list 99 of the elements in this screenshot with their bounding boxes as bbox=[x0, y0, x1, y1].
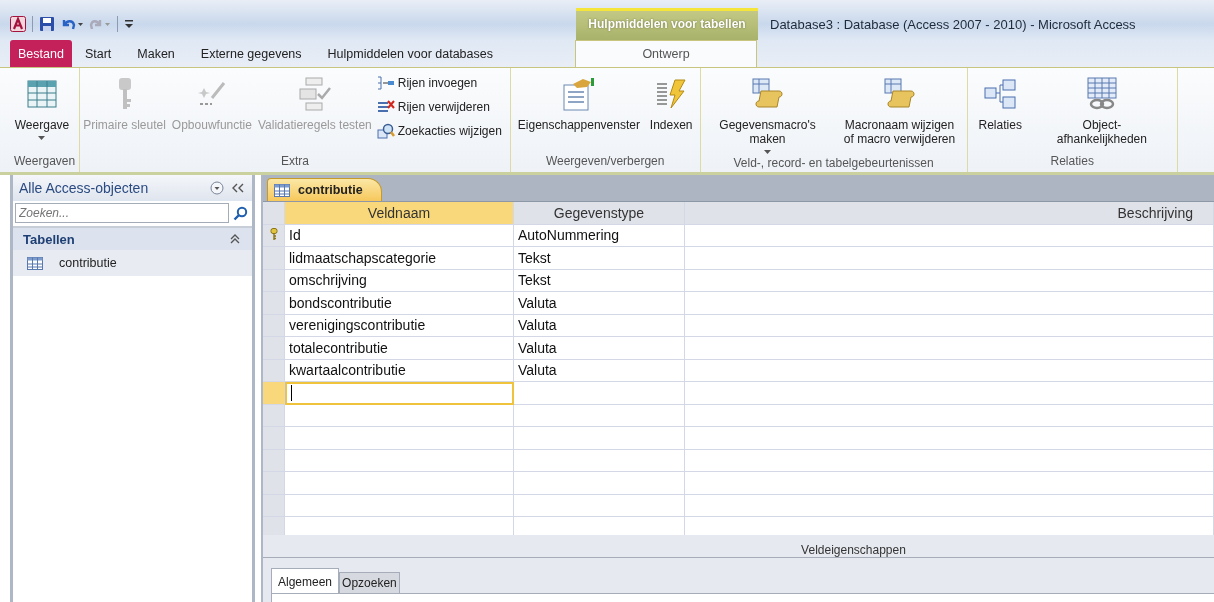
flowchart-icon bbox=[297, 77, 332, 111]
key-icon bbox=[116, 77, 133, 111]
scroll-icon bbox=[750, 77, 785, 111]
data-type-cell[interactable]: Valuta bbox=[514, 314, 685, 337]
ribbon-tab[interactable]: Start bbox=[71, 40, 125, 67]
caret-icon bbox=[38, 136, 46, 140]
section-title: Veldeigenschappen bbox=[801, 543, 906, 557]
ribbon-button[interactable]: Macronaam wijzigen of macro verwijderen bbox=[836, 72, 963, 148]
description-cell[interactable] bbox=[685, 224, 1214, 247]
table-icon bbox=[27, 256, 43, 270]
description-cell[interactable] bbox=[685, 427, 1214, 450]
data-type-cell[interactable]: Tekst bbox=[514, 247, 685, 270]
data-type-cell[interactable] bbox=[514, 472, 685, 495]
linked-tables-icon bbox=[1084, 77, 1119, 111]
save-icon[interactable] bbox=[39, 16, 55, 32]
ribbon-tab[interactable]: Ontwerp bbox=[575, 40, 757, 67]
group-label: Relaties bbox=[1049, 154, 1095, 170]
data-type-cell[interactable]: Valuta bbox=[514, 359, 685, 382]
field-name-cell[interactable] bbox=[285, 404, 514, 427]
chevron-icon bbox=[230, 234, 240, 244]
search-field[interactable]: Zoeken... bbox=[15, 203, 229, 223]
data-type-cell[interactable] bbox=[514, 427, 685, 450]
ribbon-tab[interactable]: Externe gegevens bbox=[187, 40, 315, 67]
column-header[interactable]: Beschrijving bbox=[685, 202, 1214, 225]
delete-rows-icon bbox=[376, 100, 395, 114]
description-cell[interactable] bbox=[685, 359, 1214, 382]
navigation-item[interactable]: contributie bbox=[13, 250, 252, 276]
ribbon-button[interactable]: Rijen verwijderen bbox=[374, 96, 504, 118]
field-name-cell[interactable]: omschrijving bbox=[285, 269, 514, 292]
access-logo-icon[interactable] bbox=[10, 16, 26, 32]
field-name-cell[interactable]: bondscontributie bbox=[285, 292, 514, 315]
data-type-cell[interactable]: Valuta bbox=[514, 337, 685, 360]
row-selector[interactable] bbox=[263, 224, 285, 247]
customize-toolbar-icon[interactable] bbox=[124, 19, 134, 29]
ribbon-button[interactable]: Relaties bbox=[975, 72, 1025, 134]
window-title: Database3 : Database (Access 2007 - 2010) - Microsoft Access bbox=[769, 15, 1136, 34]
group-label: Weergaven bbox=[13, 154, 77, 170]
ribbon-tab[interactable]: Hulpmiddelen voor databases bbox=[314, 40, 506, 67]
data-type-cell[interactable] bbox=[514, 494, 685, 517]
search-icon[interactable] bbox=[233, 205, 248, 221]
table-icon bbox=[274, 183, 290, 197]
description-cell[interactable] bbox=[685, 337, 1214, 360]
collapse-pane-icon[interactable] bbox=[232, 183, 244, 193]
group-label: Veld-, record- en tabelgebeurtenissen bbox=[732, 156, 935, 172]
description-cell[interactable] bbox=[685, 494, 1214, 517]
field-name-cell[interactable] bbox=[285, 427, 514, 450]
column-header[interactable]: Gegevenstype bbox=[514, 202, 685, 225]
file-tab[interactable]: Bestand bbox=[10, 40, 72, 67]
field-name-cell[interactable] bbox=[285, 449, 514, 472]
insert-rows-icon bbox=[376, 76, 395, 90]
ribbon-button[interactable]: Weergave bbox=[11, 72, 73, 142]
description-cell[interactable] bbox=[685, 404, 1214, 427]
data-type-cell[interactable] bbox=[514, 382, 685, 405]
description-cell[interactable] bbox=[685, 247, 1214, 270]
data-type-cell[interactable]: AutoNummering bbox=[514, 224, 685, 247]
ribbon-button[interactable]: Eigenschappenvenster bbox=[514, 72, 641, 134]
field-name-cell[interactable]: Id bbox=[285, 224, 514, 247]
description-cell[interactable] bbox=[685, 449, 1214, 472]
description-cell[interactable] bbox=[685, 269, 1214, 292]
property-tab[interactable]: Algemeen bbox=[271, 568, 340, 593]
description-cell[interactable] bbox=[685, 382, 1214, 405]
property-sheet-icon bbox=[560, 77, 595, 111]
description-cell[interactable] bbox=[685, 314, 1214, 337]
field-name-cell[interactable]: lidmaatschapscategorie bbox=[285, 247, 514, 270]
field-name-cell[interactable]: totalecontributie bbox=[285, 337, 514, 360]
ribbon-button[interactable]: Indexen bbox=[646, 72, 696, 134]
field-name-cell[interactable] bbox=[285, 472, 514, 495]
ribbon-button[interactable]: Gegevensmacro's maken bbox=[704, 72, 831, 156]
description-cell[interactable] bbox=[685, 292, 1214, 315]
data-type-cell[interactable] bbox=[514, 404, 685, 427]
scroll-icon bbox=[882, 77, 917, 111]
contextual-tab-header: Hulpmiddelen voor tabellen bbox=[576, 8, 758, 40]
data-type-cell[interactable] bbox=[514, 449, 685, 472]
group-label: Extra bbox=[280, 154, 310, 170]
data-type-cell[interactable]: Tekst bbox=[514, 269, 685, 292]
field-name-cell[interactable]: kwartaalcontributie bbox=[285, 359, 514, 382]
dropdown-icon[interactable] bbox=[210, 181, 224, 195]
table-icon bbox=[27, 80, 57, 108]
field-name-cell[interactable] bbox=[285, 382, 514, 405]
group-header[interactable]: Tabellen bbox=[13, 228, 252, 250]
ribbon-button[interactable]: Object-afhankelijkheden bbox=[1038, 72, 1165, 148]
ribbon-button[interactable]: Rijen invoegen bbox=[374, 72, 504, 94]
key-icon bbox=[269, 227, 278, 241]
document-tab[interactable]: contributie bbox=[267, 178, 382, 201]
data-type-cell[interactable]: Valuta bbox=[514, 292, 685, 315]
caret-icon bbox=[764, 150, 772, 154]
ribbon-tab[interactable]: Maken bbox=[124, 40, 188, 67]
group-label: Weergeven/verbergen bbox=[544, 154, 666, 170]
field-name-cell[interactable]: verenigingscontributie bbox=[285, 314, 514, 337]
field-name-cell[interactable] bbox=[285, 494, 514, 517]
lightning-icon bbox=[655, 78, 688, 110]
ribbon-button[interactable]: Zoekacties wijzigen bbox=[374, 120, 504, 142]
redo-icon[interactable] bbox=[89, 17, 111, 31]
column-header[interactable]: Veldnaam bbox=[285, 202, 514, 225]
undo-icon[interactable] bbox=[61, 17, 83, 31]
description-cell[interactable] bbox=[685, 472, 1214, 495]
relationships-icon bbox=[984, 78, 1017, 110]
property-tab[interactable]: Opzoeken bbox=[339, 572, 400, 593]
magnifier-grid-icon bbox=[376, 123, 395, 139]
